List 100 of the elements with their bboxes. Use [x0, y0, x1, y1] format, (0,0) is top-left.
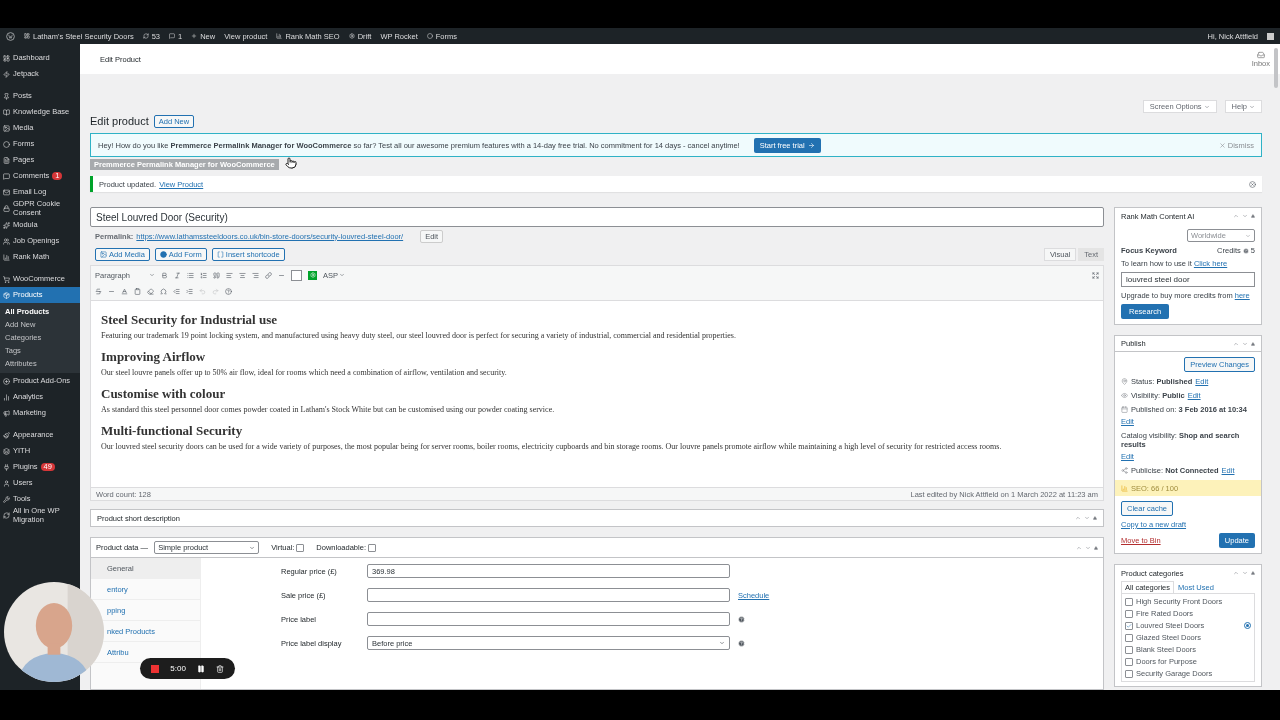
menu-item-icon [3, 377, 10, 385]
toolbar-icon[interactable] [265, 271, 272, 279]
primary-radio[interactable] [1244, 622, 1251, 629]
checkbox[interactable] [1125, 657, 1133, 666]
toggle-icon [1094, 545, 1098, 550]
menu-item-icon [3, 447, 10, 455]
menu-item-icon [3, 124, 10, 132]
checkbox[interactable] [367, 543, 376, 552]
toggle-icon [1251, 214, 1255, 218]
hand-cursor-icon [285, 157, 297, 169]
info-icon [1242, 247, 1249, 254]
chevron-down-icon [1242, 570, 1248, 576]
toolbar-icon[interactable] [213, 271, 220, 279]
pause-icon[interactable] [196, 664, 205, 673]
menu-item-icon [3, 237, 10, 245]
menu-item-icon [3, 188, 10, 196]
toolbar-icon[interactable] [225, 287, 232, 295]
toolbar-icon[interactable] [187, 271, 194, 279]
toggle-icon [1251, 571, 1255, 575]
gear-icon [348, 33, 355, 39]
content-paragraph: Our steel louvre panels offer up to 50% air flow, ideal for rooms which need a combination of airflow, ventilation and security. [101, 368, 508, 377]
menu-item-icon [3, 54, 10, 62]
chevron-up-icon [1233, 570, 1239, 576]
checkbox[interactable] [1125, 609, 1133, 618]
chevron-down-icon [1084, 515, 1090, 521]
menu-item-icon [3, 431, 10, 439]
toolbar-icon[interactable] [95, 287, 102, 295]
chevron-down-icon [1242, 340, 1248, 347]
menu-item-icon [3, 205, 10, 212]
content-heading: Multi-functional Security [101, 423, 244, 439]
content-heading: Improving Airflow [101, 349, 207, 365]
meta-icon [1121, 378, 1128, 385]
toolbar-icon[interactable] [147, 287, 154, 295]
caret-icon [149, 272, 155, 278]
caret-icon [719, 640, 725, 646]
plugin-icon[interactable] [308, 270, 317, 280]
content-paragraph: Our louvred steel security doors can be used for a wide variety of purposes, the most popular being for server rooms, boiler rooms, electricity cupboards and bin storage rooms. Our louvre panels promote airflow while maintaining a high level of security for restricted access rooms. [101, 442, 1003, 451]
menu-item-icon [3, 253, 10, 261]
scrollbar[interactable] [1274, 48, 1278, 88]
menu-item-icon [3, 92, 10, 100]
input-field[interactable] [367, 612, 730, 626]
content-paragraph: As standard this steel personnel door comes powder coated in Latham's Stock White but can be customised using our powder coating service. [101, 405, 556, 414]
menu-item-icon [3, 463, 10, 471]
checkbox[interactable] [1125, 597, 1133, 606]
chevron-down-icon [1085, 544, 1091, 551]
comment-icon [169, 33, 175, 39]
chart-icon [276, 33, 283, 39]
menu-item-icon [3, 140, 10, 148]
menu-item-icon [3, 393, 10, 401]
menu-item-icon [3, 495, 10, 503]
toolbar-icon[interactable] [252, 271, 259, 279]
checkbox[interactable] [1125, 621, 1133, 630]
updates-icon [142, 33, 149, 39]
page-title: Edit product [90, 115, 149, 127]
content-heading: Customise with colour [101, 386, 227, 402]
caret-icon [1203, 103, 1210, 110]
stop-icon[interactable] [151, 664, 160, 673]
menu-item-icon [3, 108, 10, 116]
close-icon [1249, 180, 1256, 188]
menu-item-icon [3, 291, 10, 299]
chart-icon [1121, 484, 1128, 492]
color-swatch[interactable] [291, 269, 302, 281]
title-field[interactable]: Steel Louvred Door (Security) [90, 207, 1104, 227]
arrow-right-icon [807, 141, 815, 149]
toolbar-icon[interactable] [174, 271, 181, 279]
wordpress-logo-icon[interactable] [6, 31, 15, 41]
checkbox[interactable] [1125, 633, 1133, 642]
fullscreen-icon[interactable] [1092, 271, 1099, 279]
toolbar-icon[interactable] [226, 271, 233, 279]
inbox-icon [1256, 50, 1265, 59]
checkbox[interactable] [296, 543, 305, 552]
chevron-up-icon [1076, 544, 1082, 551]
content-heading: Steel Security for Industrial use [101, 312, 278, 328]
keyword-field[interactable]: louvred steel door [1121, 272, 1255, 287]
caret-icon [1245, 232, 1251, 239]
caret-icon [339, 272, 345, 278]
trash-icon[interactable] [215, 664, 224, 673]
recording-time: 5:00 [170, 664, 186, 673]
chevron-up-icon [1233, 213, 1239, 219]
toolbar-icon[interactable] [173, 287, 180, 295]
media-icon [100, 250, 107, 258]
caret-icon [249, 544, 256, 551]
avatar-icon [1267, 32, 1274, 40]
meta-icon [1121, 406, 1128, 413]
input-field[interactable] [367, 588, 730, 602]
toggle-icon [1093, 516, 1097, 520]
form-icon [159, 250, 167, 258]
chevron-down-icon [1242, 213, 1248, 219]
toolbar-icon[interactable] [186, 287, 193, 295]
toolbar-icon[interactable] [200, 271, 207, 279]
close-icon [1218, 141, 1226, 149]
toolbar-icon[interactable] [239, 271, 246, 279]
toolbar-icon[interactable] [121, 287, 128, 295]
toolbar-icon[interactable] [134, 287, 141, 295]
checkbox[interactable] [1125, 669, 1133, 678]
menu-item-icon [3, 156, 10, 164]
menu-item-icon [3, 512, 10, 519]
meta-icon [1121, 467, 1128, 474]
checkbox[interactable] [1125, 645, 1133, 654]
menu-item-icon [3, 479, 10, 487]
